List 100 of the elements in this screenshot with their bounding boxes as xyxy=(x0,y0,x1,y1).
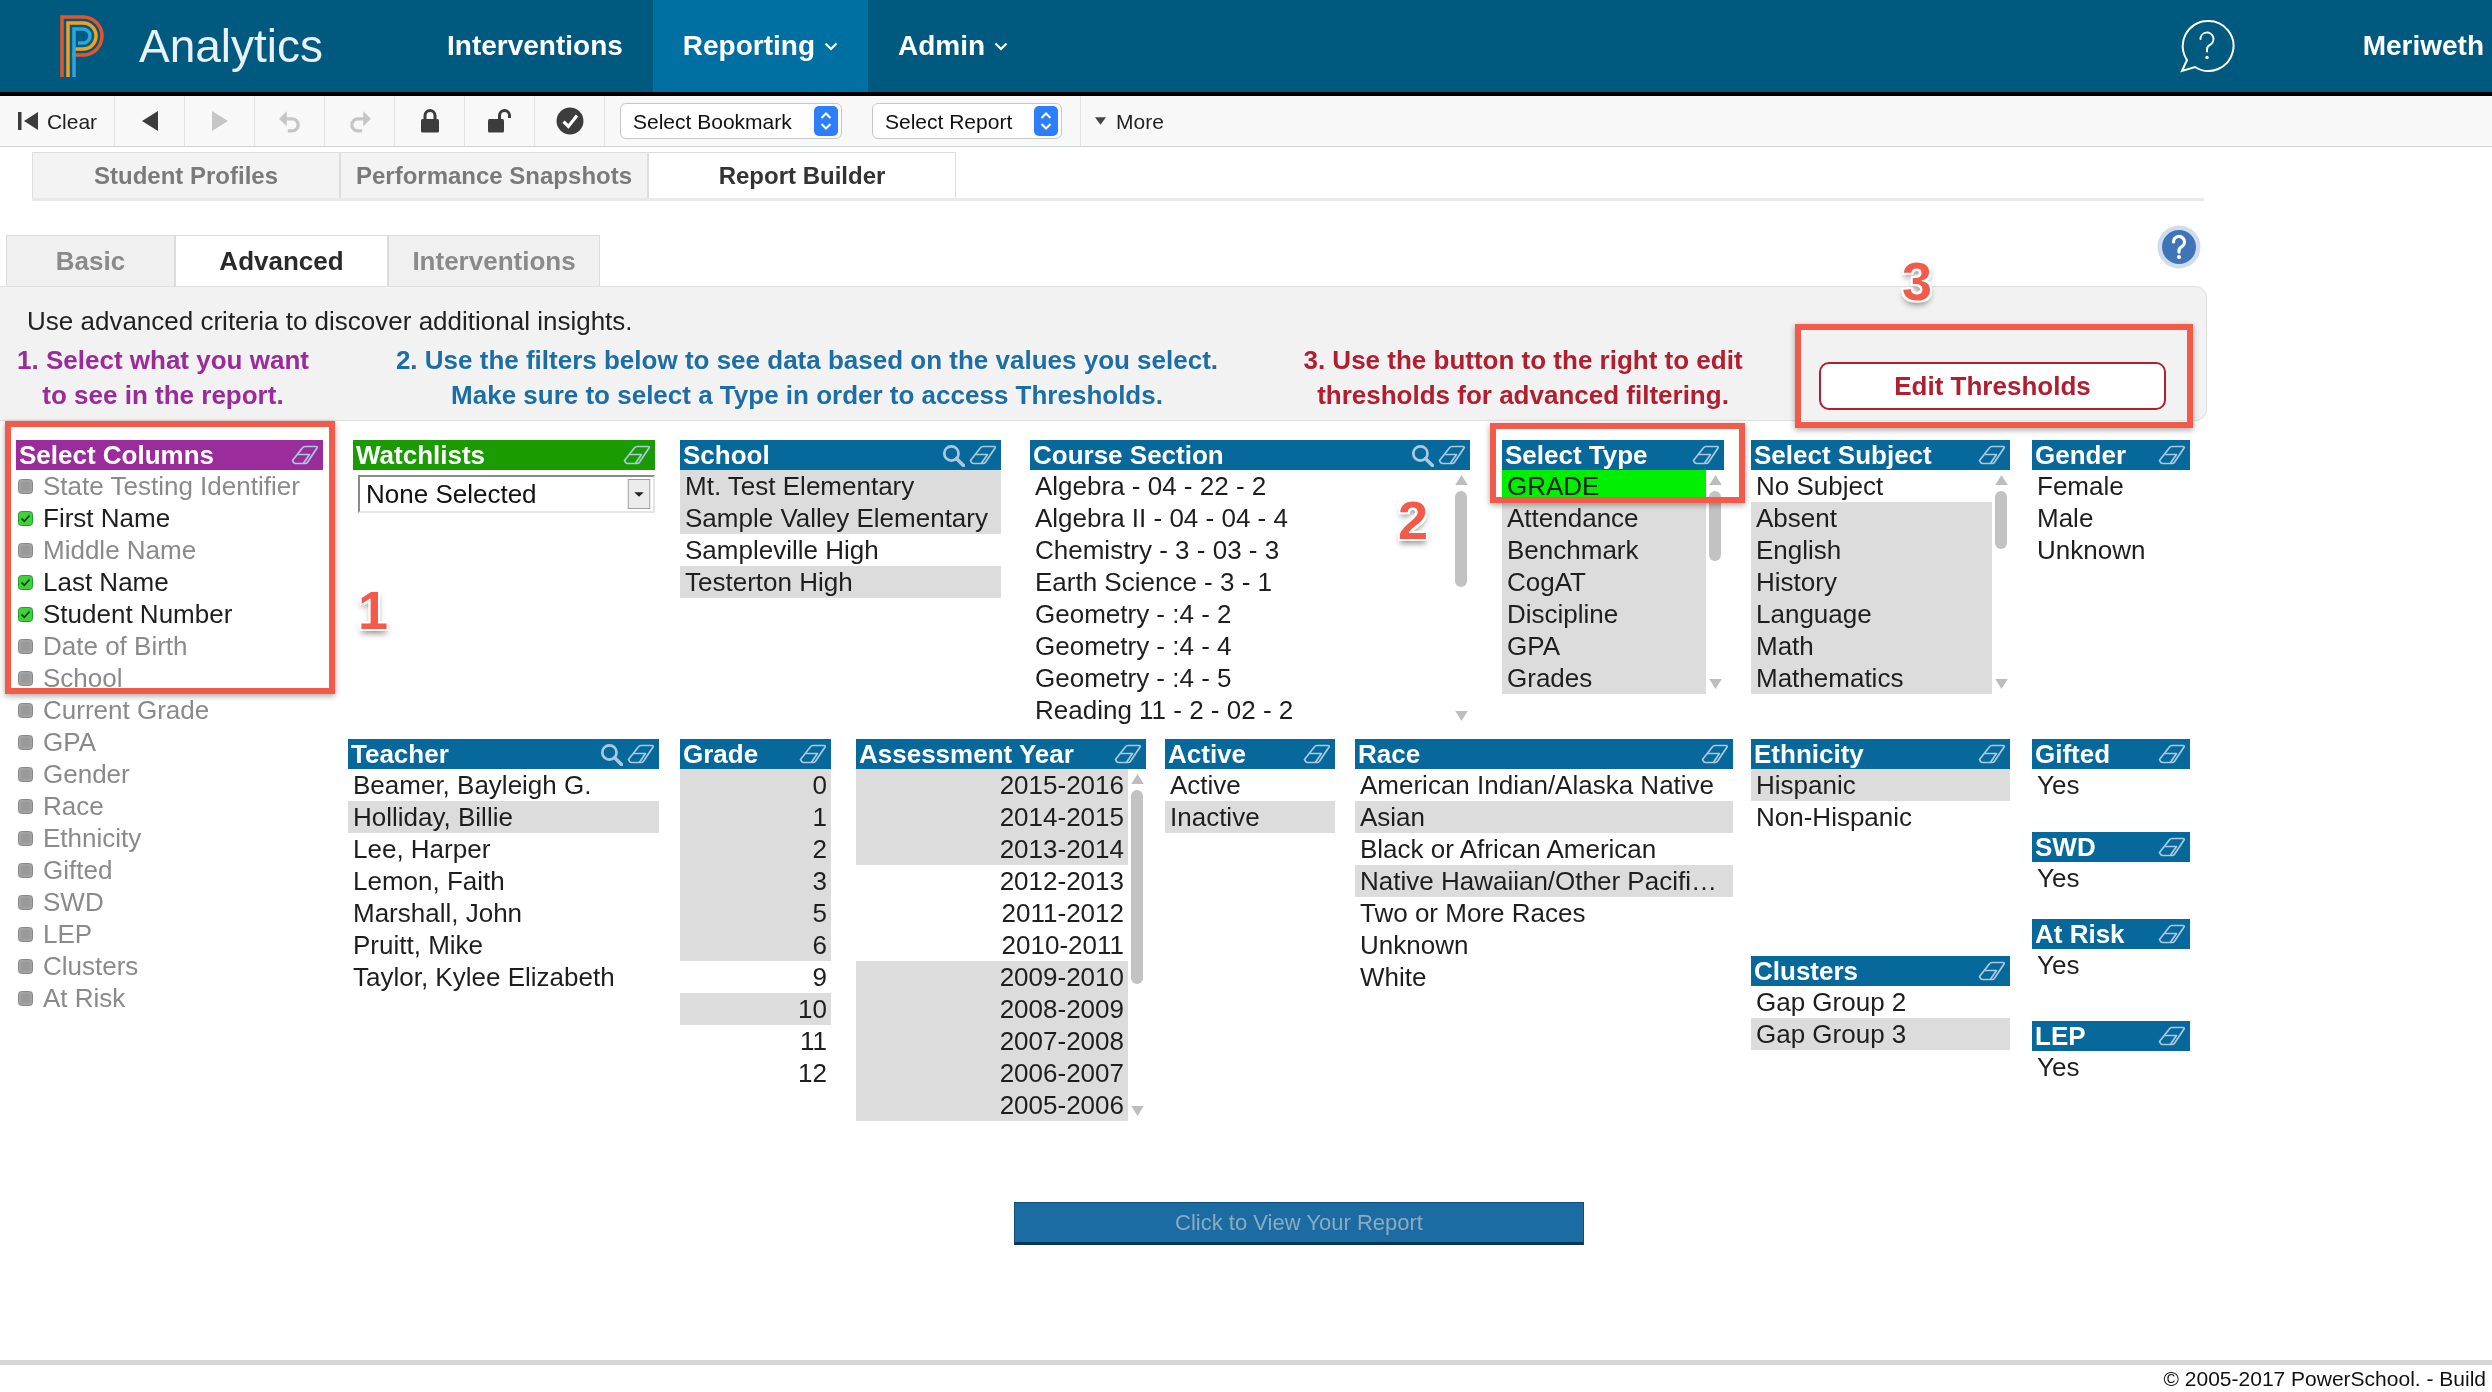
checkbox[interactable] xyxy=(18,894,33,910)
checkbox[interactable] xyxy=(18,606,33,622)
checkbox[interactable] xyxy=(18,766,33,782)
list-option[interactable]: 5 xyxy=(680,897,831,929)
edit-thresholds-button[interactable]: Edit Thresholds xyxy=(1819,362,2166,410)
list-option[interactable]: Language xyxy=(1751,598,1992,630)
nav-link[interactable]: Admin xyxy=(868,0,1039,92)
checkbox[interactable] xyxy=(18,574,33,590)
help-chat-icon[interactable] xyxy=(2178,18,2235,74)
list-option[interactable]: Gap Group 3 xyxy=(1751,1018,2010,1050)
list-option[interactable]: 2015-2016 xyxy=(856,769,1128,801)
list-option[interactable]: 2006-2007 xyxy=(856,1057,1128,1089)
eraser-icon[interactable] xyxy=(1978,961,2006,981)
eraser-icon[interactable] xyxy=(2158,445,2186,465)
list-option[interactable]: 2 xyxy=(680,833,831,865)
checkbox[interactable] xyxy=(18,478,33,494)
scroll-down-icon[interactable] xyxy=(1994,679,2008,689)
eraser-icon[interactable] xyxy=(623,445,651,465)
list-option[interactable]: Grades xyxy=(1502,662,1706,694)
search-icon[interactable] xyxy=(942,443,965,467)
list-option[interactable]: 0 xyxy=(680,769,831,801)
list-option[interactable]: Math xyxy=(1751,630,1992,662)
list-option[interactable]: Hispanic xyxy=(1751,769,2010,801)
list-option[interactable]: Discipline xyxy=(1502,598,1706,630)
list-option[interactable]: Attendance xyxy=(1502,502,1706,534)
checkbox[interactable] xyxy=(18,638,33,654)
eraser-icon[interactable] xyxy=(2158,924,2186,944)
checkbox[interactable] xyxy=(18,862,33,878)
scroll-up-icon[interactable] xyxy=(1454,475,1468,485)
scroll-down-icon[interactable] xyxy=(1708,679,1722,689)
eraser-icon[interactable] xyxy=(627,744,655,764)
eraser-icon[interactable] xyxy=(1978,445,2006,465)
list-option[interactable]: 2005-2006 xyxy=(856,1089,1128,1121)
list-option[interactable]: 6 xyxy=(680,929,831,961)
page-tab[interactable]: Report Builder xyxy=(648,152,956,198)
more-button[interactable]: More xyxy=(1095,110,1164,132)
select-dropdown[interactable]: Select Report xyxy=(872,103,1062,139)
checkbox[interactable] xyxy=(18,670,33,686)
checkbox[interactable] xyxy=(18,990,33,1006)
eraser-icon[interactable] xyxy=(291,445,319,465)
list-option[interactable]: English xyxy=(1751,534,1992,566)
list-option[interactable]: Testerton High xyxy=(680,566,1001,598)
eraser-icon[interactable] xyxy=(799,744,827,764)
search-icon[interactable] xyxy=(600,742,623,766)
page-tab[interactable]: Student Profiles xyxy=(32,152,340,198)
list-option[interactable]: CogAT xyxy=(1502,566,1706,598)
list-option[interactable]: Asian xyxy=(1355,801,1733,833)
scrollbar-thumb[interactable] xyxy=(1709,491,1721,561)
help-icon[interactable] xyxy=(2157,225,2201,269)
checkbox[interactable] xyxy=(18,510,33,526)
column-option[interactable]: Student Number xyxy=(43,601,233,627)
eraser-icon[interactable] xyxy=(969,445,997,465)
checkbox[interactable] xyxy=(18,926,33,942)
list-option[interactable]: 2007-2008 xyxy=(856,1025,1128,1057)
column-option[interactable]: First Name xyxy=(43,505,171,531)
eraser-icon[interactable] xyxy=(1978,744,2006,764)
watchlist-dropdown[interactable]: None Selected xyxy=(358,475,655,513)
eraser-icon[interactable] xyxy=(1303,744,1331,764)
scroll-up-icon[interactable] xyxy=(1994,475,2008,485)
list-option[interactable]: 1 xyxy=(680,801,831,833)
eraser-icon[interactable] xyxy=(2158,837,2186,857)
list-option[interactable]: 10 xyxy=(680,993,831,1025)
list-option[interactable]: Inactive xyxy=(1165,801,1335,833)
checkbox[interactable] xyxy=(18,798,33,814)
list-option[interactable]: 2008-2009 xyxy=(856,993,1128,1025)
scroll-down-icon[interactable] xyxy=(1130,1106,1144,1116)
eraser-icon[interactable] xyxy=(1114,744,1142,764)
checkbox[interactable] xyxy=(18,958,33,974)
scroll-up-icon[interactable] xyxy=(1708,475,1722,485)
scroll-down-icon[interactable] xyxy=(1454,711,1468,721)
checkbox[interactable] xyxy=(18,734,33,750)
eraser-icon[interactable] xyxy=(1692,445,1720,465)
eraser-icon[interactable] xyxy=(2158,744,2186,764)
list-option[interactable]: Holliday, Billie xyxy=(348,801,659,833)
eraser-icon[interactable] xyxy=(1701,744,1729,764)
list-option[interactable]: Native Hawaiian/Other Pacifi… xyxy=(1355,865,1733,897)
user-name[interactable]: Meriweth xyxy=(2362,25,2484,67)
eraser-icon[interactable] xyxy=(1438,445,1466,465)
list-option[interactable]: GPA xyxy=(1502,630,1706,662)
column-option[interactable]: Last Name xyxy=(43,569,169,595)
list-option[interactable]: History xyxy=(1751,566,1992,598)
list-option[interactable]: Absent xyxy=(1751,502,1992,534)
scroll-up-icon[interactable] xyxy=(1130,774,1144,784)
list-option[interactable]: Mt. Test Elementary xyxy=(680,470,1001,502)
checkbox[interactable] xyxy=(18,702,33,718)
select-dropdown[interactable]: Select Bookmark xyxy=(620,103,842,139)
scrollbar-thumb[interactable] xyxy=(1995,491,2007,549)
checkbox[interactable] xyxy=(18,830,33,846)
list-option[interactable]: 2014-2015 xyxy=(856,801,1128,833)
nav-link[interactable]: Reporting xyxy=(652,0,869,92)
nav-link[interactable]: Interventions xyxy=(417,0,653,92)
checkbox[interactable] xyxy=(18,542,33,558)
list-option[interactable]: Benchmark xyxy=(1502,534,1706,566)
list-option[interactable]: 3 xyxy=(680,865,831,897)
list-option[interactable]: Mathematics xyxy=(1751,662,1992,694)
toolbar-button[interactable]: Clear xyxy=(0,96,115,146)
scrollbar-thumb[interactable] xyxy=(1455,491,1467,587)
eraser-icon[interactable] xyxy=(2158,1026,2186,1046)
list-option[interactable]: 2013-2014 xyxy=(856,833,1128,865)
page-tab[interactable]: Performance Snapshots xyxy=(340,152,648,198)
